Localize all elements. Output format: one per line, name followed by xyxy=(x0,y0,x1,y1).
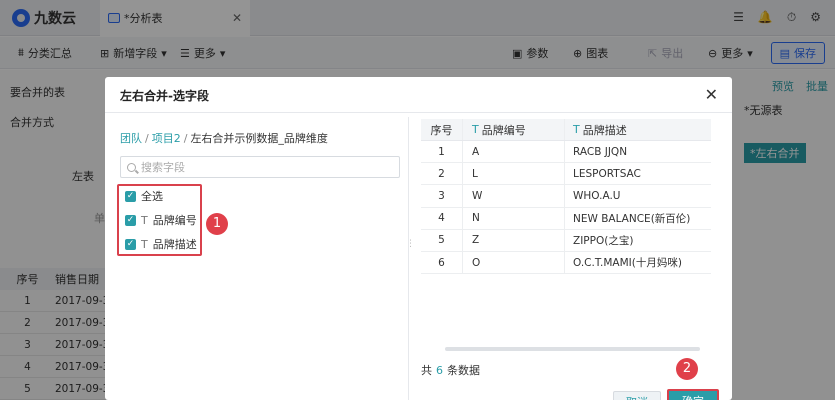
cell-no: 2 xyxy=(421,163,463,185)
checkbox-checked-icon[interactable]: ✓ xyxy=(125,190,136,202)
field-label: 全选 xyxy=(141,190,163,203)
cell-brand-code: O xyxy=(463,251,565,274)
panel-divider xyxy=(408,117,409,400)
cell-no: 1 xyxy=(421,141,463,163)
breadcrumb: 团队 / 项目2/左右合并示例数据_品牌维度 xyxy=(120,132,328,145)
preview-header: 序号 T 品牌编号 T 品牌描述 xyxy=(421,119,711,141)
text-type-icon: T xyxy=(141,213,148,227)
search-placeholder: 搜索字段 xyxy=(141,161,185,174)
cell-brand-code: Z xyxy=(463,229,565,251)
step-badge-2: 2 xyxy=(676,358,698,380)
field-list: ✓ 全选 ✓ T 品牌编号 ✓ T 品牌描述 xyxy=(117,184,202,256)
text-type-icon: T xyxy=(573,123,580,136)
checkbox-checked-icon[interactable]: ✓ xyxy=(125,238,136,250)
count-prefix: 共 xyxy=(421,364,432,377)
table-row: 5 Z ZIPPO(之宝) xyxy=(421,229,711,252)
cell-no: 5 xyxy=(421,229,463,251)
cell-brand-desc: RACB JJQN xyxy=(573,145,628,158)
search-field-input[interactable]: 搜索字段 xyxy=(120,156,400,178)
cell-brand-desc: NEW BALANCE(新百伦) xyxy=(573,212,691,225)
header-no: 序号 xyxy=(421,119,463,140)
cell-no: 3 xyxy=(421,185,463,207)
horizontal-scrollbar[interactable] xyxy=(445,347,700,351)
field-label: 品牌描述 xyxy=(152,238,197,251)
cell-brand-desc: ZIPPO(之宝) xyxy=(573,234,634,247)
record-count: 共 6 条数据 xyxy=(421,362,480,378)
confirm-button[interactable]: 确定 xyxy=(667,389,719,400)
cell-brand-code: W xyxy=(463,185,565,207)
cell-brand-code: A xyxy=(463,141,565,163)
table-row: 6 O O.C.T.MAMI(十月妈咪) xyxy=(421,251,711,275)
header-brand-desc: T 品牌描述 xyxy=(565,119,711,140)
breadcrumb-project[interactable]: 项目2 xyxy=(152,132,181,145)
field-brand-desc[interactable]: ✓ T 品牌描述 xyxy=(125,236,197,252)
select-fields-dialog: 左右合并-选字段 ✕ 团队 / 项目2/左右合并示例数据_品牌维度 搜索字段 ✓ 全… xyxy=(105,77,732,400)
count-suffix: 条数据 xyxy=(447,364,480,377)
preview-table: 序号 T 品牌编号 T 品牌描述 1 A RACB JJQN 2 L LESPORTSAC … xyxy=(421,119,711,275)
breadcrumb-team[interactable]: 团队 xyxy=(120,132,142,145)
table-row: 2 L LESPORTSAC xyxy=(421,163,711,186)
dialog-title: 左右合并-选字段 xyxy=(120,89,209,103)
header-brand-code: T 品牌编号 xyxy=(463,119,565,140)
header-brand-code-label: 品牌编号 xyxy=(481,123,526,137)
cell-brand-desc: WHO.A.U xyxy=(573,189,621,202)
table-row: 1 A RACB JJQN xyxy=(421,141,711,164)
cell-brand-desc: O.C.T.MAMI(十月妈咪) xyxy=(573,257,682,270)
breadcrumb-dataset: 左右合并示例数据_品牌维度 xyxy=(190,132,328,145)
cell-brand-code: L xyxy=(463,163,565,185)
field-select-all[interactable]: ✓ 全选 xyxy=(125,188,163,204)
dialog-header: 左右合并-选字段 ✕ xyxy=(105,77,732,113)
header-brand-desc-label: 品牌描述 xyxy=(582,123,627,137)
resize-handle-icon[interactable]: ⋮ xyxy=(406,240,415,249)
step-badge-1: 1 xyxy=(206,213,228,235)
table-row: 4 N NEW BALANCE(新百伦) xyxy=(421,207,711,230)
table-row: 3 W WHO.A.U xyxy=(421,185,711,208)
count-number: 6 xyxy=(436,364,443,377)
field-label: 品牌编号 xyxy=(152,214,197,227)
cell-no: 6 xyxy=(421,251,463,274)
cell-brand-desc: LESPORTSAC xyxy=(573,167,641,180)
cell-no: 4 xyxy=(421,207,463,229)
text-type-icon: T xyxy=(141,237,148,251)
checkbox-checked-icon[interactable]: ✓ xyxy=(125,214,136,226)
cell-brand-code: N xyxy=(463,207,565,229)
text-type-icon: T xyxy=(472,123,479,136)
cancel-button[interactable]: 取消 xyxy=(613,391,661,400)
search-icon xyxy=(127,162,136,172)
field-brand-code[interactable]: ✓ T 品牌编号 xyxy=(125,212,197,228)
close-icon[interactable]: ✕ xyxy=(705,85,718,104)
